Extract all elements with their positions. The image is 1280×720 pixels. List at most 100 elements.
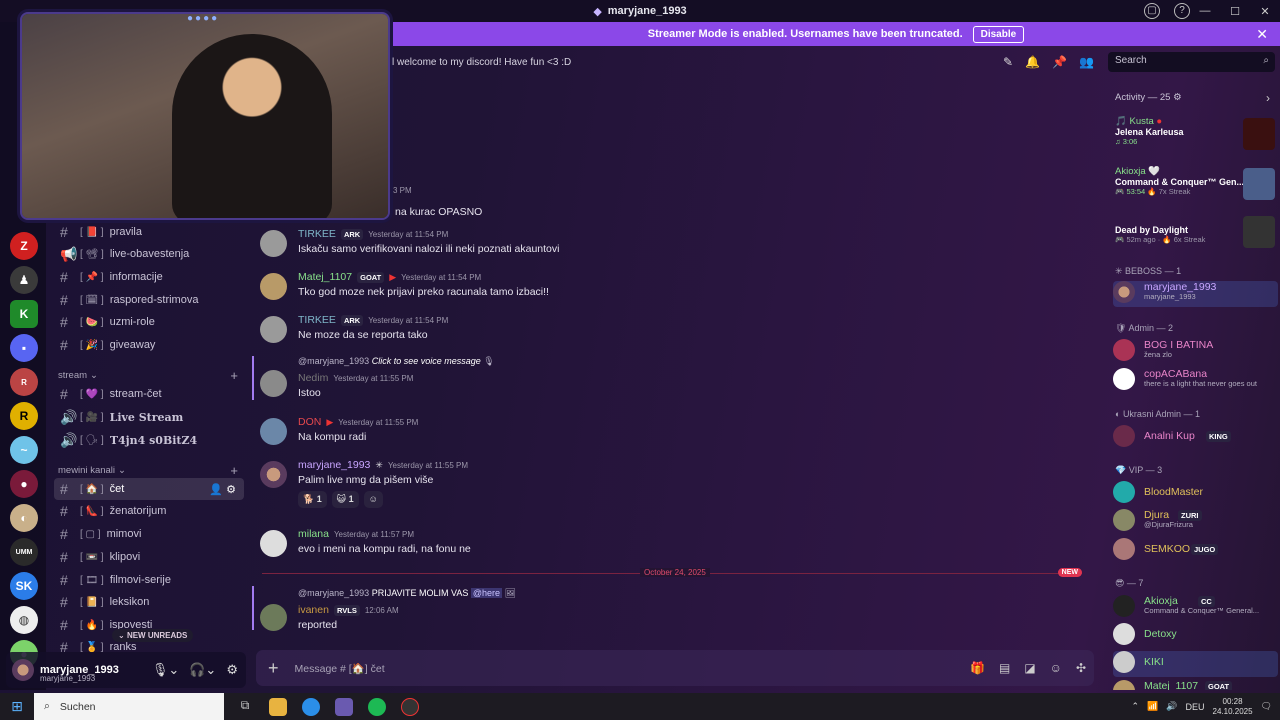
close-banner-icon[interactable]: ✕ bbox=[1256, 26, 1268, 43]
new-unreads-pill[interactable]: ⌄ NEW UNREADS bbox=[112, 629, 194, 642]
bell-icon[interactable]: 🔔 bbox=[1025, 55, 1040, 69]
search-input[interactable]: Search ⌕ bbox=[1108, 52, 1275, 72]
help-icon[interactable]: ? bbox=[1174, 3, 1190, 19]
gif-icon[interactable]: ▤ bbox=[999, 661, 1010, 675]
avatar[interactable] bbox=[260, 316, 287, 343]
inbox-icon[interactable]: ▢ bbox=[1144, 3, 1160, 19]
threads-icon[interactable]: ✎ bbox=[1003, 55, 1013, 69]
apps-icon[interactable]: ✣ bbox=[1076, 661, 1086, 675]
category-stream[interactable]: stream ⌄ + bbox=[58, 368, 238, 383]
member-item[interactable]: copACABana there is a light that never g… bbox=[1113, 368, 1278, 392]
windows-start-icon[interactable]: ⊞ bbox=[0, 698, 34, 715]
hash-icon: # bbox=[60, 224, 68, 240]
minimize-button[interactable]: — bbox=[1190, 5, 1220, 17]
drag-handle[interactable]: ●●●● bbox=[187, 14, 219, 24]
channel-cet[interactable]: #[ 🏠 ] čet 👤 ⚙ bbox=[54, 478, 244, 500]
server-icon[interactable]: Z bbox=[10, 232, 38, 260]
server-icon[interactable]: ▪ bbox=[10, 334, 38, 362]
add-channel-icon[interactable]: + bbox=[230, 368, 238, 383]
member-item[interactable]: Djura ZURI @DjuraFrizura bbox=[1113, 509, 1278, 533]
channel-stream-cet[interactable]: #[ 💜 ] stream-čet bbox=[54, 383, 244, 405]
notification-icon[interactable]: 🗨 bbox=[1261, 701, 1272, 712]
task-view-icon[interactable]: ⧉ bbox=[236, 698, 254, 716]
server-icon[interactable]: SK bbox=[10, 572, 38, 600]
member-item[interactable]: Akioxja CC Command & Conquer™ General... bbox=[1113, 595, 1278, 619]
language-indicator[interactable]: DEU bbox=[1186, 702, 1205, 712]
sticker-icon[interactable]: ◪ bbox=[1024, 661, 1035, 675]
network-icon[interactable]: 📶 bbox=[1147, 701, 1158, 712]
emoji-icon[interactable]: ☺ bbox=[1050, 661, 1062, 675]
server-icon[interactable]: R bbox=[10, 368, 38, 396]
reaction[interactable]: 🐕 1 bbox=[298, 491, 327, 508]
server-icon[interactable]: ◐ bbox=[10, 504, 38, 532]
chevron-up-icon[interactable]: ⌃ bbox=[1132, 701, 1140, 712]
headphones-icon[interactable]: 🎧⌄ bbox=[189, 662, 216, 678]
avatar[interactable] bbox=[260, 370, 287, 397]
gear-icon[interactable]: ⚙ bbox=[226, 662, 238, 678]
microphone-icon[interactable]: 🎙⌄ bbox=[152, 662, 179, 678]
channel-leksikon[interactable]: #[ 📔 ] leksikon bbox=[54, 591, 244, 613]
members-icon[interactable]: 👥 bbox=[1079, 55, 1094, 69]
reaction[interactable]: 😺 1 bbox=[331, 491, 359, 508]
member-item[interactable]: Analni Kup KING bbox=[1113, 425, 1278, 449]
avatar[interactable] bbox=[260, 273, 287, 300]
channel-pravila[interactable]: #[ 📕 ] pravila bbox=[54, 221, 244, 243]
avatar[interactable] bbox=[260, 461, 287, 488]
add-reaction-icon[interactable]: ☺ bbox=[363, 491, 383, 508]
gift-icon[interactable]: 🎁 bbox=[970, 661, 985, 675]
edge-icon[interactable] bbox=[302, 697, 320, 716]
channel-filmovi-serije[interactable]: #[ 🎞 ] filmovi-serije bbox=[54, 569, 244, 591]
file-explorer-icon[interactable] bbox=[269, 697, 287, 716]
chevron-right-icon[interactable]: › bbox=[1266, 91, 1270, 105]
avatar[interactable] bbox=[260, 230, 287, 257]
activity-header[interactable]: Activity — 25 ⚙ bbox=[1115, 92, 1182, 103]
server-icon[interactable]: R bbox=[10, 402, 38, 430]
server-icon[interactable]: ~ bbox=[10, 436, 38, 464]
member-item[interactable]: SEMKOO JUGO bbox=[1113, 538, 1278, 562]
channel-mimovi[interactable]: #[ ▢ ] mimovi bbox=[54, 523, 244, 545]
pin-icon[interactable]: 📌 bbox=[1052, 55, 1067, 69]
channel-live-stream[interactable]: 🔊[ 🎥 ] Live Stream bbox=[54, 406, 244, 428]
discord-taskbar-icon[interactable] bbox=[335, 697, 353, 716]
server-icon[interactable]: ● bbox=[10, 470, 38, 498]
channel-giveaway[interactable]: #[ 🎉 ] giveaway bbox=[54, 334, 244, 356]
obs-icon[interactable] bbox=[401, 697, 419, 716]
disable-button[interactable]: Disable bbox=[972, 25, 1025, 43]
avatar[interactable] bbox=[260, 418, 287, 445]
member-item[interactable]: BOG I BATINA žena zlo bbox=[1113, 339, 1278, 363]
channel-informacije[interactable]: #[ 📌 ] informacije bbox=[54, 266, 244, 288]
spotify-icon[interactable] bbox=[368, 697, 386, 716]
server-icon[interactable]: ◍ bbox=[10, 606, 38, 634]
message-composer[interactable]: + Message # [🏠] čet 🎁 ▤ ◪ ☺ ✣ bbox=[256, 650, 1094, 686]
taskbar-search[interactable]: ⌕ Suchen bbox=[34, 693, 224, 720]
member-item[interactable]: Matej_1107 GOAT bbox=[1113, 680, 1278, 690]
channel-zenatorijum[interactable]: #[ 👠 ] ženatorijum bbox=[54, 500, 244, 522]
message-input[interactable]: Message # [🏠] čet bbox=[295, 662, 385, 675]
member-item[interactable]: BloodMaster bbox=[1113, 481, 1278, 505]
add-attachment-button[interactable]: + bbox=[268, 658, 279, 679]
channel-uzmi-role[interactable]: #[ 🍉 ] uzmi-role bbox=[54, 311, 244, 333]
channel-live-obavestenja[interactable]: 📢[ 📽 ] live-obavestenja bbox=[54, 243, 244, 265]
member-item[interactable]: maryjane_1993 maryjane_1993 bbox=[1113, 281, 1278, 307]
avatar[interactable] bbox=[260, 530, 287, 557]
avatar bbox=[1113, 509, 1135, 531]
server-icon[interactable]: ♟ bbox=[10, 266, 38, 294]
channel-settings-icon[interactable]: 👤 ⚙ bbox=[209, 483, 236, 496]
reply-marker bbox=[252, 356, 254, 400]
category-mewini-kanali[interactable]: mewini kanali ⌄ + bbox=[58, 463, 238, 478]
channel-raspored-strimova[interactable]: #[ 🗓 ] raspored-strimova bbox=[54, 289, 244, 311]
avatar[interactable] bbox=[260, 604, 287, 631]
hash-icon: # bbox=[60, 386, 68, 402]
server-icon[interactable]: UMM bbox=[10, 538, 38, 566]
close-window-button[interactable]: ✕ bbox=[1250, 5, 1280, 18]
clock[interactable]: 00:28 24.10.2025 bbox=[1213, 697, 1253, 717]
server-icon[interactable]: K bbox=[10, 300, 38, 328]
volume-icon[interactable]: 🔊 bbox=[1166, 701, 1177, 712]
channel-t4jn4[interactable]: 🔊[ 🗣 ] T4jn4 s0BitZ4 bbox=[54, 429, 244, 451]
avatar[interactable] bbox=[12, 659, 34, 681]
add-channel-icon[interactable]: + bbox=[230, 463, 238, 478]
member-item[interactable]: KIKI bbox=[1113, 651, 1278, 677]
maximize-button[interactable]: ☐ bbox=[1220, 5, 1250, 18]
member-item[interactable]: Detoxy bbox=[1113, 623, 1278, 647]
channel-klipovi[interactable]: #[ 📼 ] klipovi bbox=[54, 546, 244, 568]
